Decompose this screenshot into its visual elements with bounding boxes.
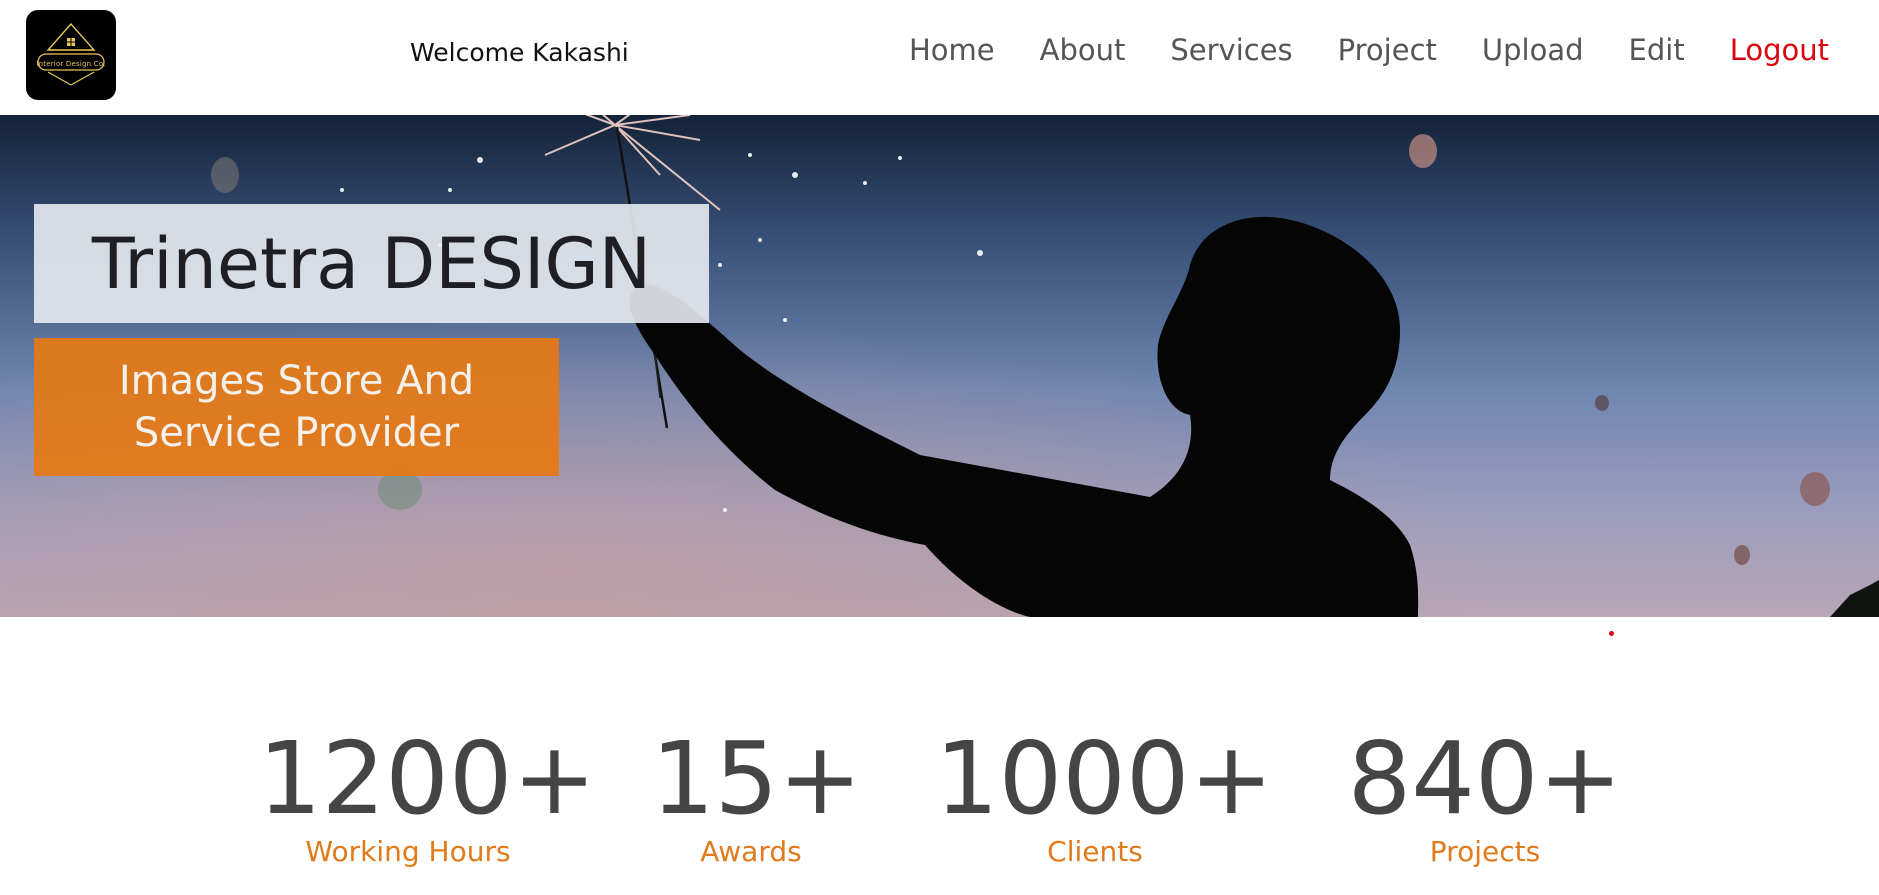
stat-working-hours: 1200+ Working Hours bbox=[258, 720, 597, 869]
stat-label: Clients bbox=[1047, 835, 1143, 868]
nav-home[interactable]: Home bbox=[909, 33, 995, 67]
main-nav: Home About Services Project Upload Edit … bbox=[909, 33, 1829, 67]
stat-value: 15+ bbox=[651, 720, 863, 837]
carousel-indicator-dot[interactable] bbox=[1609, 631, 1614, 636]
hero-title: Trinetra DESIGN bbox=[91, 222, 652, 305]
stat-label: Awards bbox=[700, 835, 802, 868]
stat-value: 1200+ bbox=[258, 720, 597, 837]
hero-title-box: Trinetra DESIGN bbox=[34, 204, 709, 323]
hero-banner: Trinetra DESIGN Images Store And Service… bbox=[0, 115, 1879, 617]
stat-awards: 15+ Awards bbox=[651, 720, 863, 869]
nav-logout[interactable]: Logout bbox=[1730, 33, 1829, 67]
stat-value: 840+ bbox=[1347, 720, 1623, 837]
nav-about[interactable]: About bbox=[1040, 33, 1126, 67]
logo-text: Interior Design Co. bbox=[36, 60, 106, 68]
nav-project[interactable]: Project bbox=[1338, 33, 1437, 67]
nav-upload[interactable]: Upload bbox=[1482, 33, 1584, 67]
welcome-message: Welcome Kakashi bbox=[410, 38, 629, 67]
stat-label: Projects bbox=[1429, 835, 1541, 868]
site-header: Interior Design Co. Welcome Kakashi Home… bbox=[0, 0, 1879, 115]
stat-clients: 1000+ Clients bbox=[935, 720, 1274, 869]
hero-subtitle-box: Images Store And Service Provider bbox=[34, 338, 559, 476]
stat-label: Working Hours bbox=[305, 835, 511, 868]
stat-projects: 840+ Projects bbox=[1345, 720, 1625, 869]
house-logo-icon bbox=[37, 22, 105, 86]
hero-subtitle: Images Store And Service Provider bbox=[118, 358, 475, 456]
nav-services[interactable]: Services bbox=[1170, 33, 1292, 67]
stat-value: 1000+ bbox=[935, 720, 1274, 837]
nav-edit[interactable]: Edit bbox=[1629, 33, 1685, 67]
site-logo[interactable]: Interior Design Co. bbox=[26, 10, 116, 100]
